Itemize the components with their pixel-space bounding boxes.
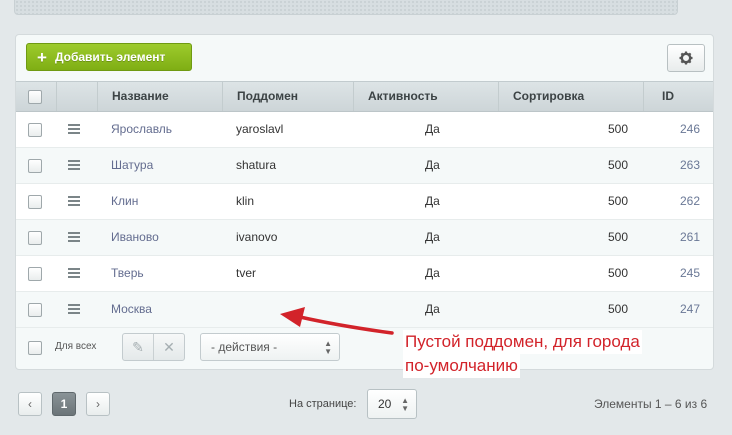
annotation-line-1: Пустой поддомен, для города xyxy=(403,330,642,354)
select-arrows-icon: ▲ ▼ xyxy=(401,396,409,413)
per-page-label: На странице: xyxy=(289,398,357,410)
prev-page-button[interactable]: ‹ xyxy=(18,392,42,416)
elements-count: Элементы 1 – 6 из 6 xyxy=(594,397,708,411)
next-page-button[interactable]: › xyxy=(86,392,110,416)
page-1-button[interactable]: 1 xyxy=(52,392,76,416)
per-page-select[interactable]: 20 ▲ ▼ xyxy=(367,389,417,419)
annotation-text: Пустой поддомен, для города по-умолчанию xyxy=(403,330,642,378)
annotation-line-2: по-умолчанию xyxy=(403,354,520,378)
per-page-value: 20 xyxy=(378,397,392,411)
